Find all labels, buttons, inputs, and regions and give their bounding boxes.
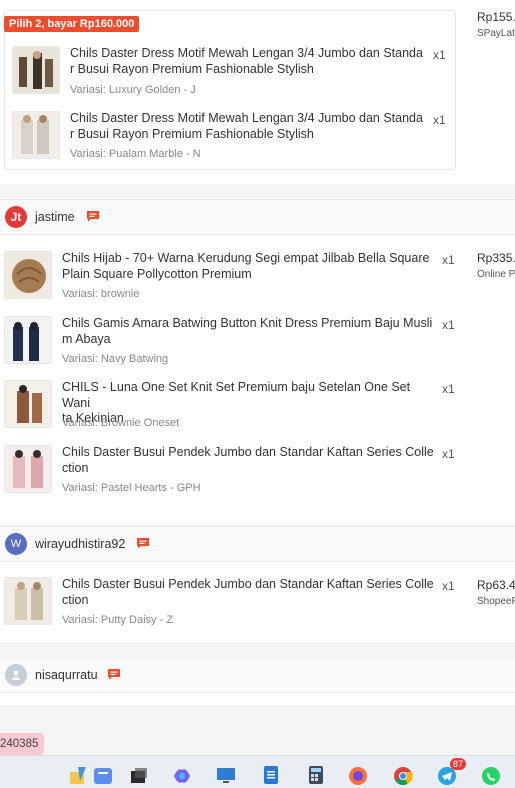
promo-badge: Pilih 2, bayar Rp160.000 (4, 16, 140, 32)
product-thumbnail[interactable] (4, 380, 52, 428)
product-quantity: x1 (433, 48, 446, 62)
order-card-1: Pilih 2, bayar Rp160.000 Chils Daster Dr… (0, 0, 515, 184)
product-title[interactable]: Chils Gamis Amara Batwing Button Knit Dr… (62, 316, 440, 347)
order-card-2: Chils Hijab - 70+ Warna Kerudung Segi em… (0, 235, 515, 524)
firefox-icon[interactable] (347, 764, 369, 786)
product-variant: Variasi: Navy Batwing (62, 353, 169, 365)
product-variant: Variasi: Putty Daisy - Z (62, 614, 174, 626)
buyer-header: nisaqurratu (0, 657, 515, 693)
copilot-icon[interactable] (171, 764, 193, 786)
product-title[interactable]: Chils Hijab - 70+ Warna Kerudung Segi em… (62, 251, 440, 282)
payment-method: Online P (477, 269, 515, 280)
terminal-icon[interactable] (128, 764, 150, 786)
chat-icon[interactable] (107, 668, 121, 680)
product-thumbnail[interactable] (4, 316, 52, 364)
product-thumbnail[interactable] (12, 111, 60, 159)
buyer-avatar: Jt (5, 206, 27, 228)
product-title[interactable]: Chils Daster Dress Motif Mewah Lengan 3/… (70, 111, 430, 142)
order-card-3: Chils Daster Busui Pendek Jumbo dan Stan… (0, 562, 515, 642)
taskbar: 87 (0, 755, 515, 788)
product-quantity: x1 (442, 253, 455, 267)
buyer-header: Jt jastime (0, 199, 515, 235)
order-total: Rp335. (477, 251, 515, 265)
product-variant: Variasi: Luxury Golden - J (70, 84, 196, 96)
product-variant: Variasi: Pastel Hearts - GPH (62, 482, 201, 494)
product-quantity: x1 (442, 318, 455, 332)
notes-icon[interactable] (68, 764, 90, 786)
order-total: Rp63.4 (477, 578, 515, 592)
order-card-4 (0, 693, 515, 705)
chat-icon[interactable] (136, 537, 150, 549)
payment-method: SPayLat (477, 28, 515, 39)
whatsapp-icon[interactable] (480, 764, 502, 786)
payment-method: ShopeeP (477, 596, 515, 607)
product-title[interactable]: Chils Daster Dress Motif Mewah Lengan 3/… (70, 46, 430, 77)
product-thumbnail[interactable] (4, 445, 52, 493)
product-thumbnail[interactable] (4, 577, 52, 625)
notepad-icon[interactable] (260, 764, 282, 786)
product-title[interactable]: Chils Daster Busui Pendek Jumbo dan Stan… (62, 577, 440, 608)
chrome-icon[interactable] (392, 764, 414, 786)
telegram-unread-badge: 87 (450, 758, 467, 770)
product-thumbnail[interactable] (12, 46, 60, 94)
buyer-name[interactable]: wirayudhistira92 (35, 537, 125, 551)
calculator-icon[interactable] (305, 764, 327, 786)
order-id-tag[interactable]: 240385 (0, 733, 45, 755)
product-thumbnail[interactable] (4, 251, 52, 299)
product-quantity: x1 (442, 447, 455, 461)
chat-icon[interactable] (86, 210, 100, 222)
user-icon (11, 670, 21, 680)
buyer-avatar: W (5, 533, 27, 555)
product-variant: Variasi: brownie (62, 288, 140, 300)
product-variant: Variasi: Pualam Marble - N (70, 148, 201, 160)
buyer-header: W wirayudhistira92 (0, 526, 515, 562)
buyer-name[interactable]: jastime (35, 210, 75, 224)
product-quantity: x1 (442, 579, 455, 593)
product-quantity: x1 (433, 113, 446, 127)
app-icon[interactable] (92, 764, 114, 786)
buyer-avatar (5, 664, 27, 686)
monitor-icon[interactable] (215, 764, 237, 786)
product-variant: Variasi: Brownie Oneset (62, 417, 180, 429)
product-quantity: x1 (442, 382, 455, 396)
order-total: Rp155. (477, 10, 515, 24)
buyer-name[interactable]: nisaqurratu (35, 668, 98, 682)
product-title[interactable]: Chils Daster Busui Pendek Jumbo dan Stan… (62, 445, 440, 476)
